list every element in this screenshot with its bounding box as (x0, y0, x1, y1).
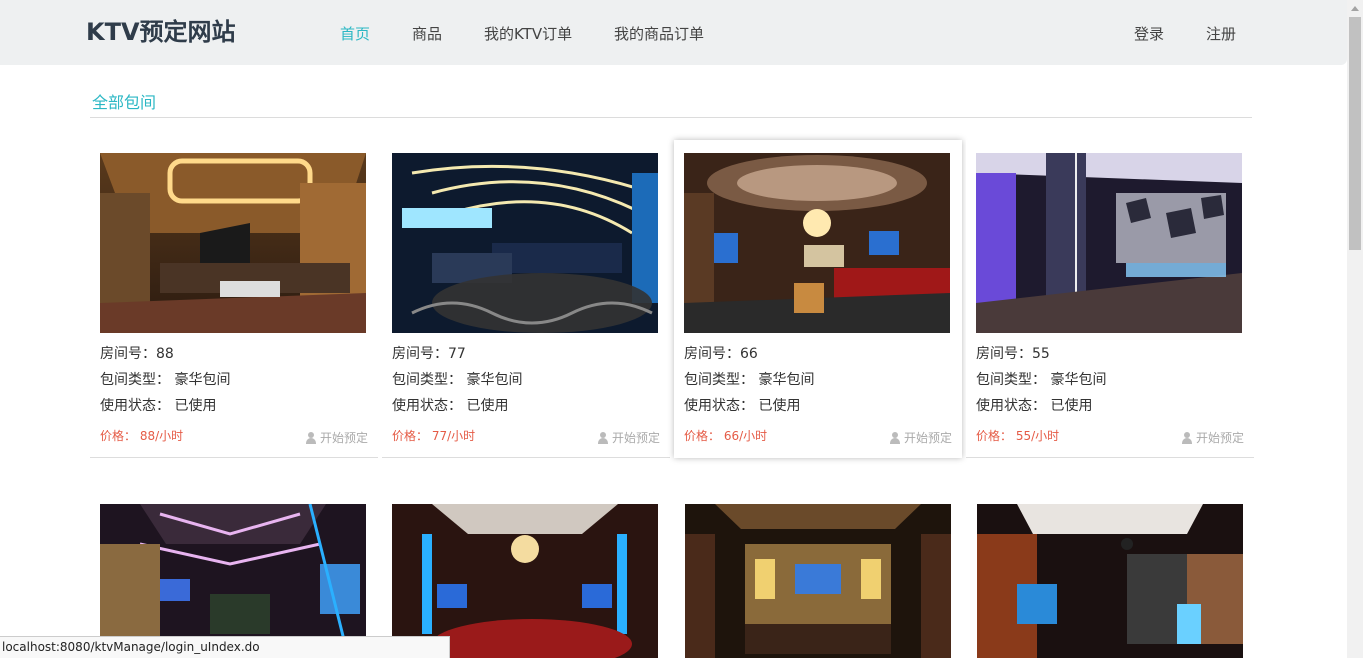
room-type: 包间类型： 豪华包间 (684, 372, 815, 388)
room-photo[interactable] (392, 153, 658, 333)
room-photo[interactable] (684, 153, 950, 333)
room-card[interactable]: 房间号：66 包间类型： 豪华包间 使用状态： 已使用 价格： 66/小时 开始… (674, 140, 962, 458)
nav-my-ktv-orders[interactable]: 我的KTV订单 (484, 23, 572, 44)
book-label: 开始预定 (319, 431, 368, 445)
room-photo[interactable] (100, 153, 366, 333)
nav-home[interactable]: 首页 (340, 23, 370, 44)
room-number: 房间号：77 (392, 346, 466, 362)
room-number: 房间号：66 (684, 346, 758, 362)
room-status: 使用状态： 已使用 (100, 398, 217, 414)
room-price: 价格： 55/小时 (976, 429, 1060, 443)
room-image-77 (392, 153, 658, 333)
room-image-row2-4 (977, 504, 1243, 658)
user-icon (597, 431, 609, 444)
section-divider (90, 117, 1252, 118)
room-card[interactable]: 房间号：55 包间类型： 豪华包间 使用状态： 已使用 价格： 55/小时 开始… (966, 140, 1254, 458)
room-type: 包间类型： 豪华包间 (392, 372, 523, 388)
user-icon (1181, 431, 1193, 444)
room-card[interactable]: 房间号：88 包间类型： 豪华包间 使用状态： 已使用 价格： 88/小时 开始… (90, 140, 378, 458)
scroll-thumb[interactable] (1349, 17, 1361, 250)
room-photo[interactable] (685, 504, 951, 658)
top-nav-bar: KTV预定网站 首页 商品 我的KTV订单 我的商品订单 登录 注册 (0, 0, 1347, 65)
room-image-row2-1 (100, 504, 366, 658)
browser-status-bar: localhost:8080/ktvManage/login_uIndex.do (0, 636, 450, 658)
room-image-66 (684, 153, 950, 333)
room-photo[interactable] (976, 153, 1242, 333)
book-label: 开始预定 (903, 431, 952, 445)
book-button[interactable]: 开始预定 (305, 429, 368, 446)
room-status: 使用状态： 已使用 (392, 398, 509, 414)
book-button[interactable]: 开始预定 (597, 429, 660, 446)
room-type: 包间类型： 豪华包间 (976, 372, 1107, 388)
room-photo[interactable] (392, 504, 658, 658)
room-image-55 (976, 153, 1242, 333)
room-image-88 (100, 153, 366, 333)
page-scrollbar[interactable] (1347, 0, 1363, 658)
user-icon (889, 431, 901, 444)
nav-my-product-orders[interactable]: 我的商品订单 (614, 23, 704, 44)
site-logo[interactable]: KTV预定网站 (86, 12, 236, 47)
room-price: 价格： 88/小时 (100, 429, 184, 443)
room-status: 使用状态： 已使用 (976, 398, 1093, 414)
section-title: 全部包间 (92, 93, 157, 112)
room-type: 包间类型： 豪华包间 (100, 372, 231, 388)
book-button[interactable]: 开始预定 (1181, 429, 1244, 446)
room-number: 房间号：55 (976, 346, 1050, 362)
room-photo[interactable] (977, 504, 1243, 658)
book-button[interactable]: 开始预定 (889, 429, 952, 446)
book-label: 开始预定 (611, 431, 660, 445)
room-card[interactable]: 房间号：77 包间类型： 豪华包间 使用状态： 已使用 价格： 77/小时 开始… (382, 140, 670, 458)
room-price: 价格： 77/小时 (392, 429, 476, 443)
room-image-row2-2 (392, 504, 658, 658)
room-status: 使用状态： 已使用 (684, 398, 801, 414)
scroll-up-arrow-icon[interactable] (1347, 0, 1363, 16)
room-image-row2-3 (685, 504, 951, 658)
login-link[interactable]: 登录 (1134, 23, 1164, 44)
room-photo[interactable] (100, 504, 366, 658)
register-link[interactable]: 注册 (1206, 23, 1236, 44)
user-icon (305, 431, 317, 444)
nav-products[interactable]: 商品 (412, 23, 442, 44)
room-price: 价格： 66/小时 (684, 429, 768, 443)
book-label: 开始预定 (1195, 431, 1244, 445)
room-number: 房间号：88 (100, 346, 174, 362)
